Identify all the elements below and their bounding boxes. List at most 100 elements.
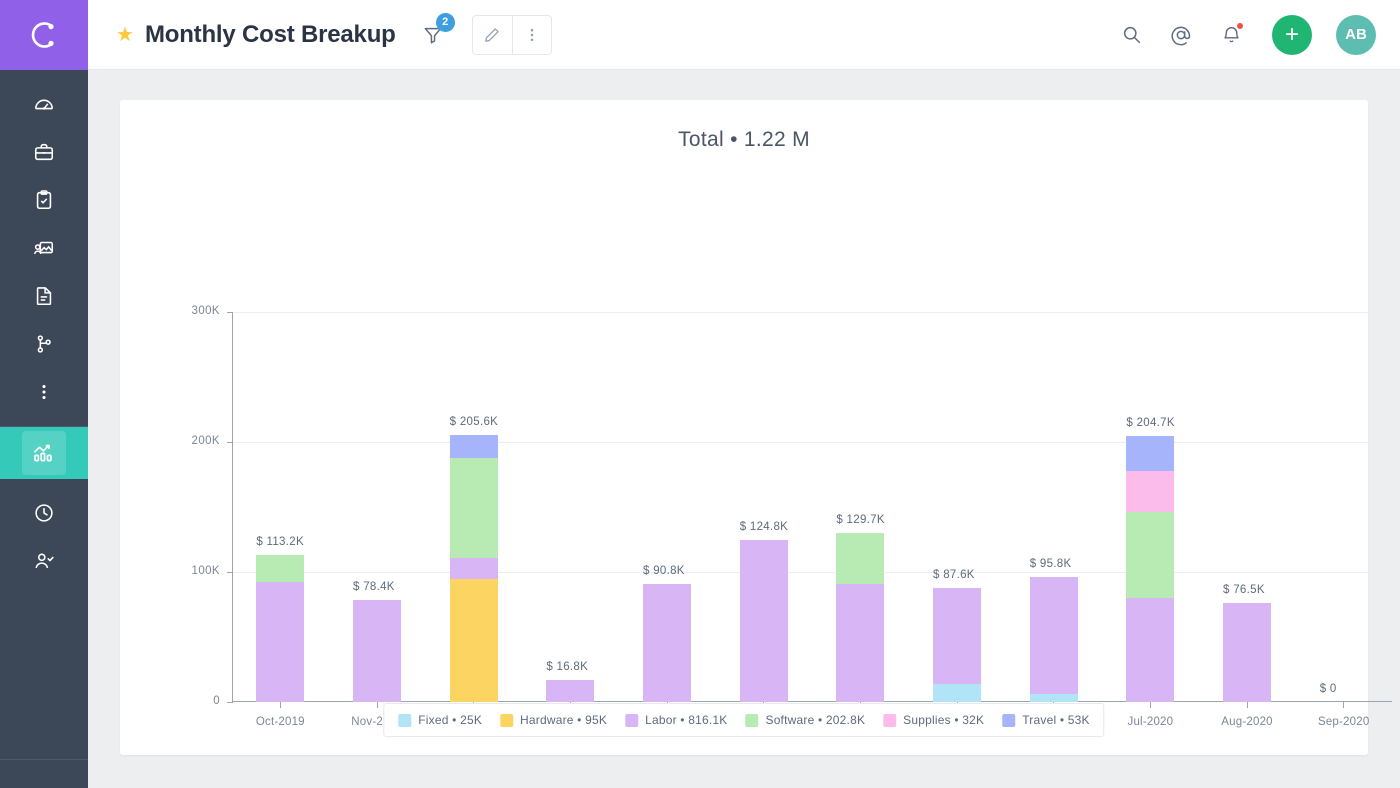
bar-group[interactable]: $ 0Sep-2020	[1295, 312, 1392, 702]
stacked-bar[interactable]: $ 124.8K	[740, 540, 788, 702]
sidebar-item-tasks[interactable]	[22, 178, 66, 222]
legend-item-travel[interactable]: Travel • 53K	[1002, 713, 1090, 727]
stacked-bar[interactable]: $ 76.5K	[1223, 603, 1271, 702]
search-button[interactable]	[1118, 22, 1144, 48]
bar-segment-labor[interactable]	[256, 582, 304, 702]
stacked-bar[interactable]: $ 113.2K	[256, 555, 304, 702]
sidebar-item-analytics-inner	[22, 431, 66, 475]
brand-logo[interactable]	[0, 0, 88, 70]
bar-group[interactable]: $ 87.6KMay-2020	[909, 312, 1006, 702]
bar-group[interactable]: $ 90.8KFeb-2020	[619, 312, 716, 702]
stacked-bar[interactable]: $ 16.8K	[546, 680, 594, 702]
stacked-bar[interactable]: $ 90.8K	[643, 584, 691, 702]
bar-segment-software[interactable]	[836, 533, 884, 583]
x-axis-tick	[1150, 702, 1151, 708]
bar-group[interactable]: $ 113.2KOct-2019	[232, 312, 329, 702]
bar-segment-hardware[interactable]	[450, 579, 498, 703]
stacked-bar[interactable]: $ 204.7K	[1126, 436, 1174, 702]
legend-label: Supplies • 32K	[903, 713, 984, 727]
sidebar-item-media[interactable]	[22, 226, 66, 270]
bar-group[interactable]: $ 95.8KJun-2020	[1005, 312, 1102, 702]
x-axis-label: Jul-2020	[1128, 716, 1174, 728]
bar-segment-supplies[interactable]	[1126, 471, 1174, 513]
bar-value-label: $ 124.8K	[740, 521, 788, 533]
bar-group[interactable]: $ 205.6KDec-2019	[425, 312, 522, 702]
app-root: ★ Monthly Cost Breakup 2	[0, 0, 1400, 788]
bar-segment-travel[interactable]	[1126, 436, 1174, 471]
page-title: Monthly Cost Breakup	[145, 21, 396, 49]
sidebar-item-more[interactable]	[22, 370, 66, 414]
pencil-icon	[483, 26, 501, 44]
bar-group[interactable]: $ 16.8KJan-2020	[522, 312, 619, 702]
legend-item-labor[interactable]: Labor • 816.1K	[625, 713, 727, 727]
bar-value-label: $ 204.7K	[1126, 417, 1174, 429]
bar-segment-fixed[interactable]	[1030, 694, 1078, 702]
notifications-button[interactable]	[1218, 22, 1244, 48]
bar-segment-fixed[interactable]	[933, 684, 981, 702]
avatar[interactable]: AB	[1336, 15, 1376, 55]
clock-icon	[33, 502, 55, 524]
bar-segment-labor[interactable]	[546, 680, 594, 702]
circle-c-logo-icon	[27, 18, 61, 52]
bar-segment-labor[interactable]	[353, 600, 401, 702]
topbar-actions: + AB	[1118, 15, 1376, 55]
bar-segment-labor[interactable]	[450, 558, 498, 579]
sidebar-item-dashboard[interactable]	[22, 82, 66, 126]
star-icon[interactable]: ★	[116, 25, 134, 45]
bar-group[interactable]: $ 124.8KMar-2020	[715, 312, 812, 702]
more-options-button[interactable]	[512, 16, 551, 54]
sidebar-item-documents[interactable]	[22, 274, 66, 318]
notification-dot	[1236, 22, 1244, 30]
legend-item-software[interactable]: Software • 202.8K	[745, 713, 865, 727]
x-axis-tick	[377, 702, 378, 708]
bar-value-label: $ 76.5K	[1223, 584, 1265, 596]
stacked-bar[interactable]: $ 78.4K	[353, 600, 401, 702]
sidebar-item-approvals[interactable]	[22, 539, 66, 583]
bar-chart-line-icon	[32, 441, 56, 465]
legend-swatch	[625, 714, 638, 727]
sidebar-item-timesheet[interactable]	[22, 491, 66, 535]
bar-group[interactable]: $ 76.5KAug-2020	[1199, 312, 1296, 702]
y-axis-label: 100K	[160, 565, 220, 577]
bar-segment-software[interactable]	[256, 555, 304, 583]
stacked-bar[interactable]: $ 205.6K	[450, 435, 498, 702]
legend-swatch	[500, 714, 513, 727]
bar-group[interactable]: $ 129.7KApr-2020	[812, 312, 909, 702]
add-button[interactable]: +	[1272, 15, 1312, 55]
stacked-bar[interactable]: $ 87.6K	[933, 588, 981, 702]
legend-item-supplies[interactable]: Supplies • 32K	[883, 713, 984, 727]
legend-item-hardware[interactable]: Hardware • 95K	[500, 713, 607, 727]
bar-value-label: $ 129.7K	[836, 514, 884, 526]
bar-segment-labor[interactable]	[1223, 603, 1271, 702]
filter-button[interactable]: 2	[422, 24, 444, 46]
bar-group[interactable]: $ 78.4KNov-2019	[329, 312, 426, 702]
bar-segment-labor[interactable]	[1126, 598, 1174, 702]
sidebar-item-analytics[interactable]	[0, 427, 88, 479]
bar-group[interactable]: $ 204.7KJul-2020	[1102, 312, 1199, 702]
x-axis-label: Oct-2019	[256, 716, 305, 728]
sidebar-item-workflow[interactable]	[22, 322, 66, 366]
bar-segment-labor[interactable]	[740, 540, 788, 702]
bar-value-label: $ 87.6K	[933, 569, 975, 581]
bar-segment-labor[interactable]	[933, 588, 981, 684]
bar-value-label: $ 90.8K	[643, 565, 685, 577]
legend-label: Software • 202.8K	[765, 713, 865, 727]
edit-button[interactable]	[473, 16, 512, 54]
bar-segment-labor[interactable]	[836, 584, 884, 702]
bar-segment-labor[interactable]	[643, 584, 691, 702]
bar-segment-software[interactable]	[1126, 512, 1174, 598]
bar-segment-software[interactable]	[450, 458, 498, 558]
legend-label: Fixed • 25K	[418, 713, 482, 727]
bar-value-label: $ 113.2K	[256, 536, 304, 548]
stacked-bar[interactable]: $ 129.7K	[836, 533, 884, 702]
stacked-bar[interactable]: $ 95.8K	[1030, 577, 1078, 702]
content-area: Total • 1.22 M 0100K200K300K $ 113.2KOct…	[88, 70, 1400, 788]
sidebar-item-briefcase[interactable]	[22, 130, 66, 174]
bar-segment-labor[interactable]	[1030, 577, 1078, 693]
image-user-icon	[33, 237, 55, 259]
chart-legend: Fixed • 25K Hardware • 95K Labor • 816.1K S…	[383, 703, 1104, 737]
mentions-button[interactable]	[1168, 22, 1194, 48]
clipboard-check-icon	[33, 189, 55, 211]
bar-segment-travel[interactable]	[450, 435, 498, 458]
legend-item-fixed[interactable]: Fixed • 25K	[398, 713, 482, 727]
